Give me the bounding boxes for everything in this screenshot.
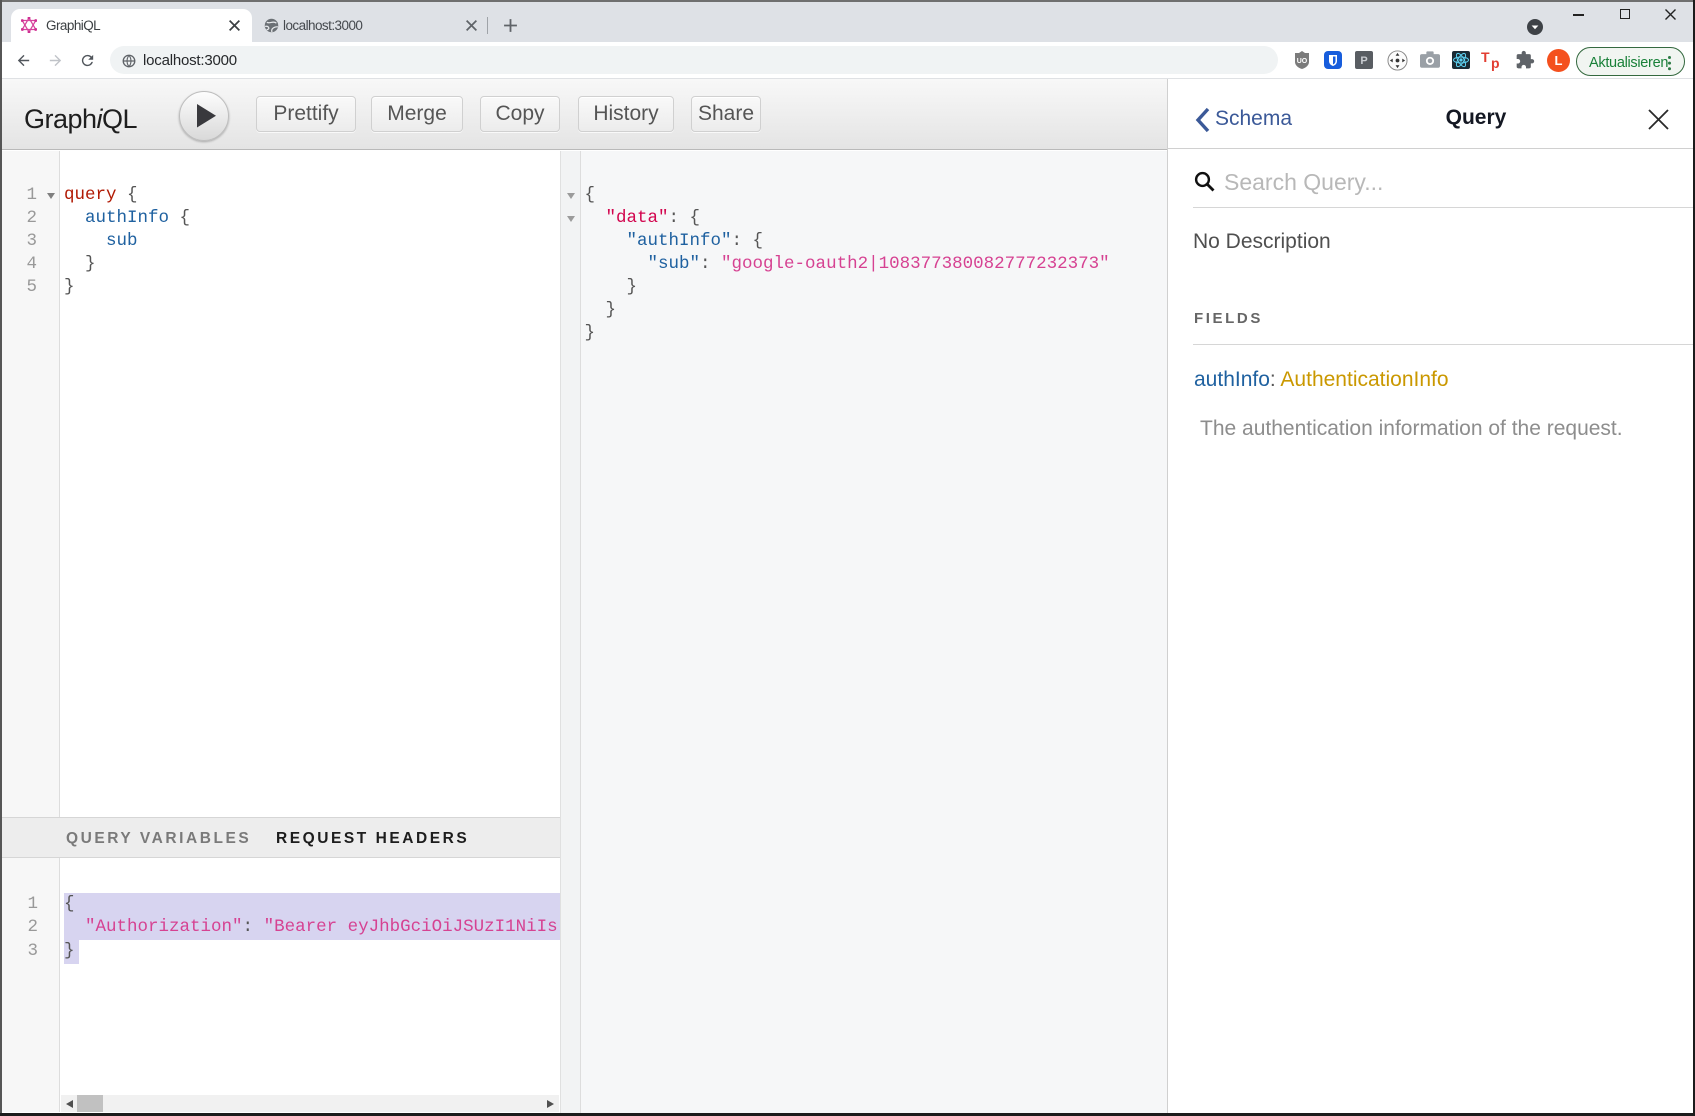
svg-text:T: T	[1481, 49, 1490, 65]
svg-text:P: P	[1360, 55, 1367, 67]
svg-text:UO: UO	[1297, 58, 1308, 65]
svg-text:p: p	[1491, 55, 1500, 71]
